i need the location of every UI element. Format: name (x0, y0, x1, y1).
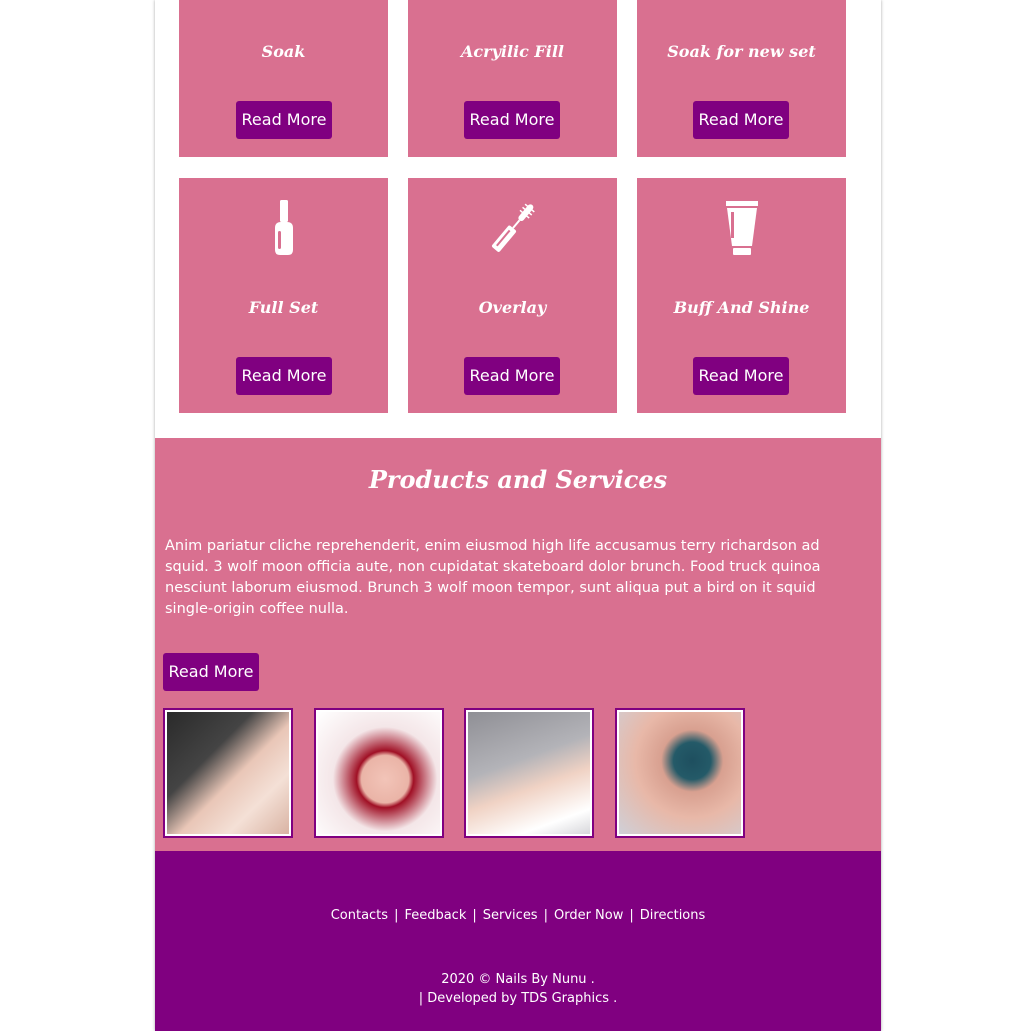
nail-polish-icon (179, 198, 388, 258)
read-more-button[interactable]: Read More (693, 357, 789, 395)
footer-separator: | (394, 908, 399, 923)
products-read-more-button[interactable]: Read More (163, 653, 259, 691)
read-more-button[interactable]: Read More (464, 101, 560, 139)
service-card-buff-and-shine: Buff And Shine Read More (637, 178, 846, 413)
footer-link-directions[interactable]: Directions (640, 908, 706, 923)
footer-links: Contacts | Feedback | Services | Order Now | Dir… (155, 908, 881, 923)
footer-separator: | (472, 908, 477, 923)
footer-link-feedback[interactable]: Feedback (404, 908, 466, 923)
service-card-title: Acryilic Fill (460, 42, 565, 61)
cream-tube-icon (637, 198, 846, 258)
nail-photo-teal-toes[interactable] (615, 708, 745, 838)
nail-photo-ombre[interactable] (464, 708, 594, 838)
read-more-button[interactable]: Read More (464, 357, 560, 395)
service-card-title: Soak (261, 42, 306, 61)
products-description: Anim pariatur cliche reprehenderit, enim… (165, 538, 821, 617)
service-card-overlay: Overlay Read More (408, 178, 617, 413)
footer-copyright: 2020 © Nails By Nunu . | Developed by TD… (155, 970, 881, 1008)
service-card-title: Buff And Shine (673, 298, 810, 317)
footer: Contacts | Feedback | Services | Order Now | Dir… (155, 851, 881, 1031)
footer-link-contacts[interactable]: Contacts (331, 908, 388, 923)
products-section: Products and Services Anim pariatur clic… (155, 438, 881, 851)
service-card-full-set: Full Set Read More (179, 178, 388, 413)
service-card-title: Overlay (478, 298, 547, 317)
footer-link-services[interactable]: Services (483, 908, 538, 923)
developer-credit: | Developed by TDS Graphics . (418, 991, 618, 1006)
read-more-button[interactable]: Read More (236, 357, 332, 395)
products-title: Products and Services (368, 465, 668, 494)
service-card-title: Full Set (248, 298, 319, 317)
service-card-soak-new-set: Soak for new set Read More (637, 0, 846, 157)
nail-photo-red-gold[interactable] (314, 708, 444, 838)
read-more-button[interactable]: Read More (236, 101, 332, 139)
read-more-button[interactable]: Read More (693, 101, 789, 139)
footer-link-order-now[interactable]: Order Now (554, 908, 623, 923)
footer-separator: | (543, 908, 548, 923)
service-card-acrylic-fill: Acryilic Fill Read More (408, 0, 617, 157)
page-container: Soak Read More Acryilic Fill Read More S… (155, 0, 881, 1031)
service-card-title: Soak for new set (667, 42, 816, 61)
nail-photo-french[interactable] (163, 708, 293, 838)
service-card-soak: Soak Read More (179, 0, 388, 157)
copyright-text: 2020 © Nails By Nunu . (441, 972, 595, 987)
footer-separator: | (629, 908, 634, 923)
mascara-brush-icon (408, 198, 617, 258)
